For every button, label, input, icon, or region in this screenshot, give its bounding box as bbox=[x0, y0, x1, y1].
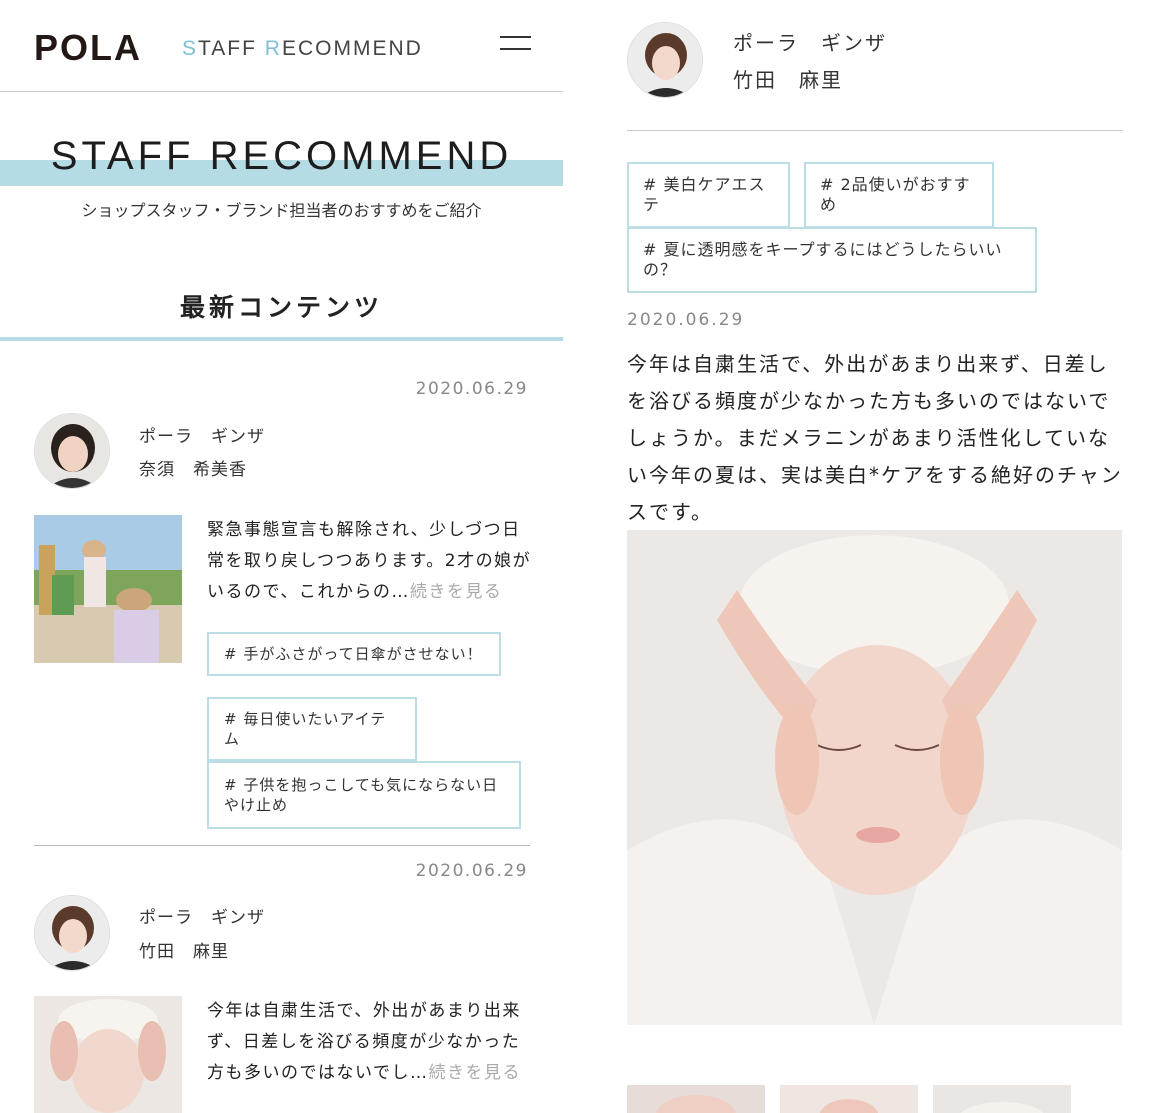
article-body: 今年は自粛生活で、外出があまり出来ず、日差しを浴びる頻度が少なかった方も多いので… bbox=[627, 352, 1123, 524]
read-more-link[interactable]: 続きを見る bbox=[410, 582, 503, 602]
author-store: ポーラ ギンザ bbox=[733, 31, 887, 55]
staff-store: ポーラ ギンザ bbox=[139, 908, 265, 928]
subtitle-s: S bbox=[182, 37, 199, 60]
section-underline bbox=[0, 337, 563, 341]
article-thumbnail[interactable] bbox=[34, 996, 182, 1113]
author-divider bbox=[627, 130, 1123, 131]
article-thumbnail[interactable] bbox=[34, 515, 182, 663]
staff-avatar[interactable] bbox=[34, 413, 110, 489]
hero-subtitle: ショップスタッフ・ブランド担当者のおすすめをご紹介 bbox=[81, 201, 482, 220]
article-excerpt: 今年は自粛生活で、外出があまり出来ず、日差しを浴びる頻度が少なかった方も多いので… bbox=[207, 996, 532, 1089]
article-date: 2020.06.29 bbox=[415, 861, 528, 881]
subtitle-ecommend: ECOMMEND bbox=[281, 37, 423, 60]
gallery-thumbnail[interactable] bbox=[780, 1085, 918, 1113]
gallery-thumbnail[interactable] bbox=[933, 1085, 1071, 1113]
article-date: 2020.06.29 bbox=[415, 379, 528, 399]
latest-contents-title: 最新コンテンツ bbox=[179, 293, 383, 322]
author-name: 竹田 麻里 bbox=[733, 68, 843, 92]
article-detail-screen: ポーラ ギンザ 竹田 麻里 # 美白ケアエステ # 2品使いがおすすめ # 夏に… bbox=[593, 0, 1156, 1113]
read-more-link[interactable]: 続きを見る bbox=[429, 1063, 522, 1083]
hashtag-tag[interactable]: # 夏に透明感をキープするにはどうしたらいいの？ bbox=[627, 227, 1037, 293]
article-main-photo bbox=[627, 530, 1122, 1025]
recommend-list-screen: POLA STAFF RECOMMEND STAFF RECOMMEND ショッ… bbox=[0, 0, 563, 1113]
hashtag-tag[interactable]: # 美白ケアエステ bbox=[627, 162, 790, 228]
staff-store: ポーラ ギンザ bbox=[139, 427, 265, 447]
article-excerpt: 緊急事態宣言も解除され、少しづつ日常を取り戻しつつあります。2才の娘がいるので、… bbox=[207, 515, 532, 608]
staff-name: 奈須 希美香 bbox=[139, 460, 247, 480]
subtitle-taff: TAFF bbox=[198, 37, 265, 60]
hashtag-tag[interactable]: # 子供を抱っこしても気にならない日やけ止め bbox=[207, 761, 521, 829]
hamburger-menu-icon[interactable] bbox=[500, 36, 531, 52]
article-date: 2020.06.29 bbox=[627, 310, 745, 330]
hashtag-tag[interactable]: # 毎日使いたいアイテム bbox=[207, 697, 417, 761]
staff-name: 竹田 麻里 bbox=[139, 942, 229, 962]
hero-title: STAFF RECOMMEND bbox=[50, 134, 513, 178]
article-divider bbox=[34, 845, 530, 846]
staff-avatar[interactable] bbox=[34, 895, 110, 971]
staff-recommend-subtitle: STAFF RECOMMEND bbox=[182, 36, 423, 62]
gallery-thumbnail[interactable] bbox=[627, 1085, 765, 1113]
hashtag-tag[interactable]: # 2品使いがおすすめ bbox=[804, 162, 994, 228]
header-divider bbox=[0, 91, 563, 92]
subtitle-r: R bbox=[264, 37, 282, 60]
author-avatar[interactable] bbox=[627, 22, 703, 98]
hashtag-tag[interactable]: # 手がふさがって日傘がさせない！ bbox=[207, 632, 501, 676]
pola-logo[interactable]: POLA bbox=[34, 28, 142, 68]
